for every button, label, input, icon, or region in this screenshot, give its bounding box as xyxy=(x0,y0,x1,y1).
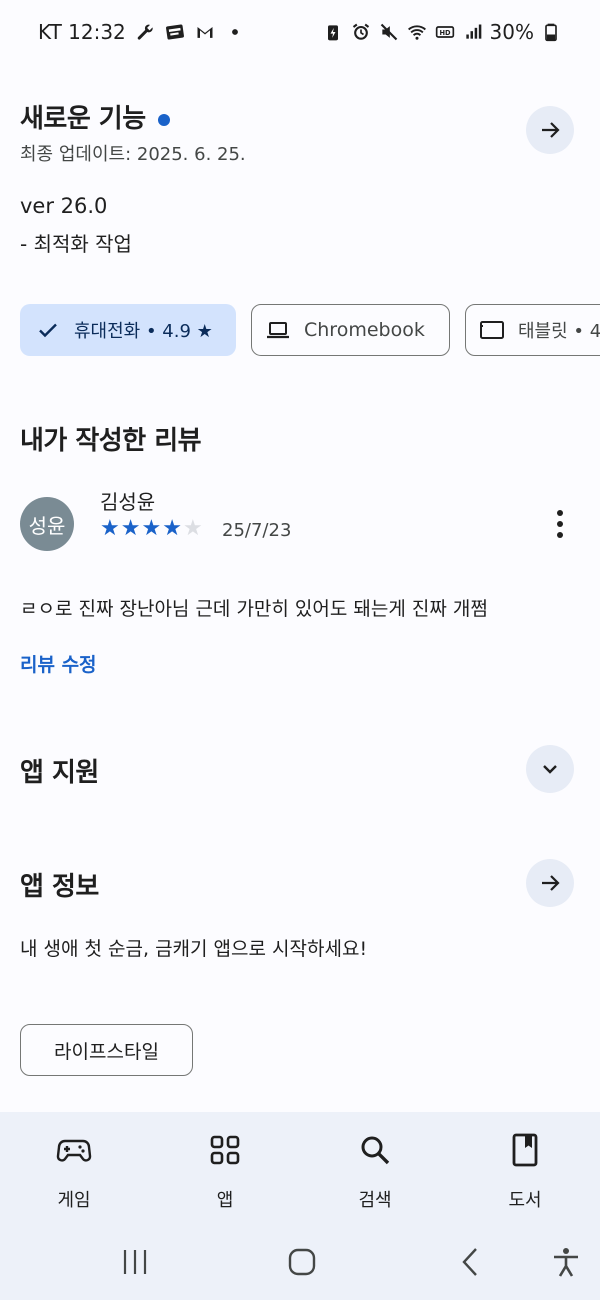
chip-chromebook-label: Chromebook xyxy=(304,319,425,341)
nav-games[interactable]: 게임 xyxy=(24,1132,124,1212)
star-filled-icon: ★ xyxy=(162,516,182,541)
star-filled-icon: ★ xyxy=(100,516,120,541)
laptop-icon xyxy=(267,322,289,339)
app-support-expand-button[interactable] xyxy=(526,745,574,793)
version-text: ver 26.0 xyxy=(20,194,108,218)
svg-text:HD: HD xyxy=(439,29,451,37)
star-filled-icon: ★ xyxy=(120,516,141,541)
back-icon[interactable] xyxy=(456,1246,488,1278)
battery-saver-icon xyxy=(322,21,344,43)
gmail-icon xyxy=(194,21,216,43)
last-updated: 최종 업데이트: 2025. 6. 25. xyxy=(20,144,246,165)
chip-tablet-label: 태블릿 • 4 xyxy=(518,321,600,342)
chip-phone[interactable]: 휴대전화 • 4.9 ★ xyxy=(20,304,236,356)
home-icon[interactable] xyxy=(286,1246,318,1278)
whats-new-arrow-button[interactable] xyxy=(526,106,574,154)
review-date: 25/7/23 xyxy=(222,520,292,541)
nav-apps-label: 앱 xyxy=(216,1190,234,1211)
review-more-button[interactable] xyxy=(546,506,574,542)
hd-voice-icon: HD xyxy=(434,21,456,43)
app-info-arrow-button[interactable] xyxy=(526,859,574,907)
webtoon-icon xyxy=(164,21,186,43)
bottom-navigation: 게임 앱 검색 도서 xyxy=(0,1112,600,1300)
chevron-down-icon xyxy=(543,765,557,774)
apps-grid-icon xyxy=(210,1135,240,1165)
review-author: 김성윤 xyxy=(100,490,156,514)
nav-books-label: 도서 xyxy=(508,1190,542,1211)
nav-books[interactable]: 도서 xyxy=(475,1132,575,1212)
avatar: 성윤 xyxy=(20,497,74,551)
tablet-icon xyxy=(480,321,504,339)
nav-search-label: 검색 xyxy=(358,1190,392,1211)
new-indicator-dot xyxy=(157,113,170,126)
battery-percent: 30% xyxy=(489,20,534,44)
nav-apps[interactable]: 앱 xyxy=(175,1132,275,1212)
book-icon xyxy=(512,1133,538,1167)
wrench-icon xyxy=(134,21,156,43)
check-icon xyxy=(39,323,57,338)
recent-apps-icon[interactable] xyxy=(119,1246,151,1278)
notification-dot-icon xyxy=(224,21,246,43)
accessibility-icon[interactable] xyxy=(550,1246,582,1278)
star-empty-icon: ★ xyxy=(182,516,203,541)
whats-new-title: 새로운 기능 xyxy=(20,104,146,134)
review-text: ㄹㅇ로 진짜 장난아님 근데 가만히 있어도 돼는게 진짜 개쩜 xyxy=(20,598,488,620)
wifi-icon xyxy=(406,21,428,43)
star-rating: ★ ★ ★ ★ ★ xyxy=(100,518,203,540)
arrow-right-icon xyxy=(542,875,560,891)
gamepad-icon xyxy=(56,1139,92,1162)
release-notes: - 최적화 작업 xyxy=(20,232,132,256)
star-filled-icon: ★ xyxy=(141,516,162,541)
nav-games-label: 게임 xyxy=(57,1190,91,1211)
mute-icon xyxy=(378,21,400,43)
chip-phone-label: 휴대전화 • 4.9 ★ xyxy=(74,321,213,342)
app-support-title: 앱 지원 xyxy=(20,758,99,788)
alarm-icon xyxy=(350,21,372,43)
battery-icon xyxy=(540,21,562,43)
search-icon xyxy=(361,1136,390,1165)
category-chip[interactable]: 라이프스타일 xyxy=(20,1024,193,1076)
edit-review-link[interactable]: 리뷰 수정 xyxy=(20,650,130,677)
my-review-heading: 내가 작성한 리뷰 xyxy=(20,426,202,456)
arrow-right-icon xyxy=(542,122,560,138)
carrier-time: KT 12:32 xyxy=(38,20,126,44)
signal-icon xyxy=(462,21,484,43)
more-vert-icon xyxy=(557,510,563,538)
chip-chromebook[interactable]: Chromebook xyxy=(251,304,450,356)
status-bar: KT 12:32 HD 30% xyxy=(0,0,600,64)
nav-search[interactable]: 검색 xyxy=(325,1132,425,1212)
chip-tablet[interactable]: 태블릿 • 4 xyxy=(465,304,600,356)
app-info-title: 앱 정보 xyxy=(20,872,99,902)
app-description: 내 생애 첫 순금, 금캐기 앱으로 시작하세요! xyxy=(20,938,368,960)
